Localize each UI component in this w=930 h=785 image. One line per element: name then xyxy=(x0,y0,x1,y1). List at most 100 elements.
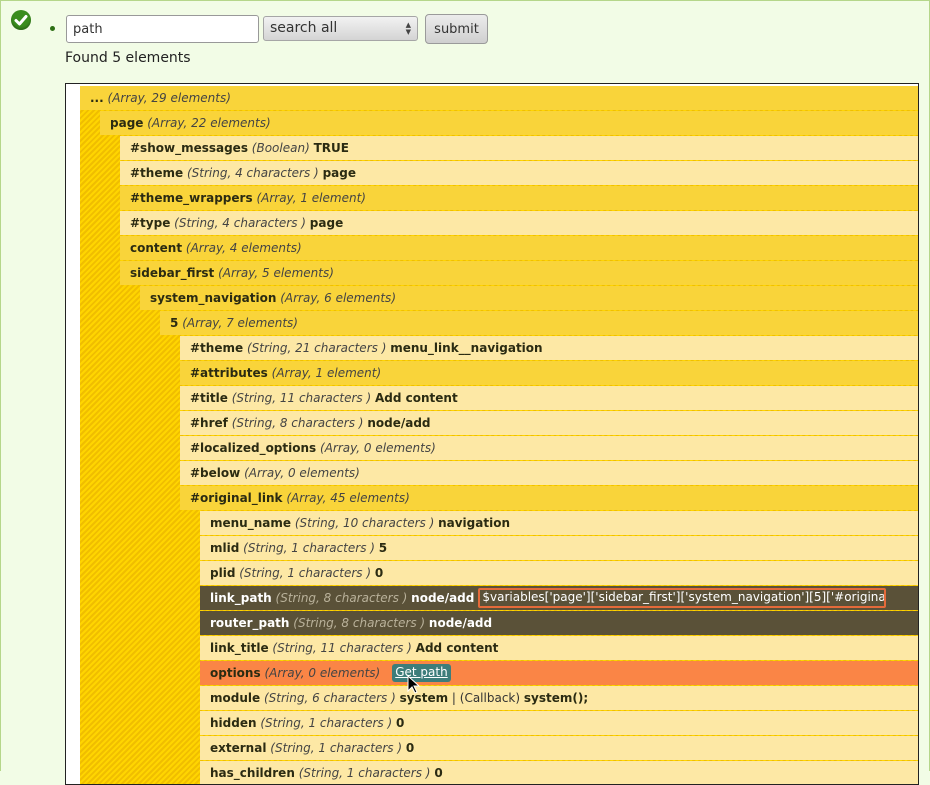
search-input[interactable] xyxy=(66,15,259,43)
tree-key: #below xyxy=(190,466,241,480)
tree-row[interactable]: plid (String, 1 characters ) 0 xyxy=(200,561,918,585)
tree-row[interactable]: #href (String, 8 characters ) node/add xyxy=(180,411,918,435)
tree-row[interactable]: router_path (String, 8 characters ) node… xyxy=(200,611,918,635)
tree-value: 0 xyxy=(395,716,405,730)
tree-key: ... xyxy=(90,91,104,105)
tree-row[interactable]: link_path (String, 8 characters ) node/a… xyxy=(200,586,918,610)
tree-key: external xyxy=(210,741,267,755)
tree-key: #attributes xyxy=(190,366,268,380)
check-circle-icon xyxy=(11,10,31,30)
tree-value: node/add xyxy=(428,616,493,630)
tree-type: (String, 11 characters ) xyxy=(272,641,412,655)
tree-value: page xyxy=(309,216,344,230)
tree-row[interactable]: options (Array, 0 elements) Get path xyxy=(200,661,918,685)
tree-row[interactable]: #localized_options (Array, 0 elements) xyxy=(180,436,918,460)
tree-key: page xyxy=(110,116,144,130)
tree-key: #original_link xyxy=(190,491,283,505)
tree-row[interactable]: external (String, 1 characters ) 0 xyxy=(200,736,918,760)
tree-type: (String, 1 characters ) xyxy=(298,766,431,780)
tree-row[interactable]: #show_messages (Boolean) TRUE xyxy=(120,136,918,160)
tree-key: #href xyxy=(190,416,228,430)
tree-key: router_path xyxy=(210,616,290,630)
tree-type: (Array, 1 element) xyxy=(271,366,382,380)
tree-type: (String, 4 characters ) xyxy=(174,216,306,230)
tree-key: #theme xyxy=(190,341,244,355)
tree-key: system_navigation xyxy=(150,291,277,305)
tree-row[interactable]: #title (String, 11 characters ) Add cont… xyxy=(180,386,918,410)
tree-key: menu_name xyxy=(210,516,292,530)
tree-key: content xyxy=(130,241,183,255)
tree-value: node/add xyxy=(367,416,431,430)
tree-row[interactable]: has_children (String, 1 characters ) 0 xyxy=(200,761,918,784)
tree-key: link_path xyxy=(210,591,272,605)
search-scope-select[interactable]: search all ▲ ▼ xyxy=(263,16,418,41)
tree-type: (Array, 7 elements) xyxy=(182,316,298,330)
tree-type: (Array, 0 elements) xyxy=(264,666,381,680)
tree-row[interactable]: #type (String, 4 characters ) page xyxy=(120,211,918,235)
pointer-cursor-icon xyxy=(407,675,421,694)
tree-key: module xyxy=(210,691,261,705)
tree-row[interactable]: mlid (String, 1 characters ) 5 xyxy=(200,536,918,560)
submit-button[interactable]: submit xyxy=(425,14,488,44)
tree-type: (String, 8 characters ) xyxy=(275,591,408,605)
tree-value: navigation xyxy=(438,516,510,530)
tree-row[interactable]: content (Array, 4 elements) xyxy=(120,236,918,260)
tree-row[interactable]: #theme (String, 21 characters ) menu_lin… xyxy=(180,336,918,360)
tree-type: (Array, 29 elements) xyxy=(107,91,231,105)
tree-row[interactable]: #below (Array, 0 elements) xyxy=(180,461,918,485)
tree-type: (String, 8 characters ) xyxy=(293,616,426,630)
tree-row[interactable]: sidebar_first (Array, 5 elements) xyxy=(120,261,918,285)
tree-type: (String, 1 characters ) xyxy=(270,741,403,755)
tree-value: 5 xyxy=(378,541,388,555)
tree-value: 0 xyxy=(405,741,415,755)
tree-type: (Array, 5 elements) xyxy=(218,266,334,280)
tree-type: (Array, 1 element) xyxy=(256,191,366,205)
tree-value: Add content xyxy=(415,641,499,655)
tree-type: (String, 1 characters ) xyxy=(239,566,372,580)
tree-value: node/add xyxy=(411,591,475,605)
variable-tree: ... (Array, 29 elements) page (Array, 22 … xyxy=(65,83,919,785)
tree-type: (String, 11 characters ) xyxy=(231,391,372,405)
tree-row[interactable]: #attributes (Array, 1 element) xyxy=(180,361,918,385)
tree-type: (Array, 6 elements) xyxy=(280,291,396,305)
tree-key: #theme xyxy=(130,166,184,180)
tree-value: page xyxy=(322,166,356,180)
tree-row[interactable]: #original_link (Array, 45 elements) xyxy=(180,486,918,510)
tree-row[interactable]: module (String, 6 characters ) system | … xyxy=(200,686,918,710)
tree-type: (Array, 0 elements) xyxy=(320,441,436,455)
tree-value: 0 xyxy=(434,766,443,780)
tree-key: #theme_wrappers xyxy=(130,191,253,205)
select-arrows-icon: ▲ ▼ xyxy=(405,21,411,36)
tree-row[interactable]: ... (Array, 29 elements) xyxy=(80,86,918,110)
tree-key: #localized_options xyxy=(190,441,317,455)
result-summary: Found 5 elements xyxy=(65,50,191,66)
variable-path-field[interactable]: $variables['page']['sidebar_first']['sys… xyxy=(478,587,887,608)
tree-type: (Array, 0 elements) xyxy=(244,466,360,480)
tree-value: menu_link__navigation xyxy=(390,341,543,355)
tree-row[interactable]: #theme (String, 4 characters ) page xyxy=(120,161,918,185)
tree-extra: | (Callback) xyxy=(448,691,524,705)
list-bullet xyxy=(50,26,55,31)
search-scope-label: search all xyxy=(270,20,338,36)
tree-row[interactable]: menu_name (String, 10 characters ) navig… xyxy=(200,511,918,535)
tree-key: has_children xyxy=(210,766,295,780)
tree-type: (String, 8 characters ) xyxy=(231,416,364,430)
tree-extra-value: system(); xyxy=(523,691,589,705)
tree-value: 0 xyxy=(374,566,384,580)
get-path-button[interactable]: Get path xyxy=(392,663,451,682)
tree-row[interactable]: hidden (String, 1 characters ) 0 xyxy=(200,711,918,735)
tree-row[interactable]: system_navigation (Array, 6 elements) xyxy=(140,286,918,310)
tree-type: (Array, 4 elements) xyxy=(185,241,302,255)
tree-type: (Array, 22 elements) xyxy=(147,116,271,130)
tree-row[interactable]: page (Array, 22 elements) xyxy=(100,111,918,135)
tree-key: link_title xyxy=(210,641,269,655)
tree-row[interactable]: 5 (Array, 7 elements) xyxy=(160,311,918,335)
tree-type: (String, 1 characters ) xyxy=(260,716,393,730)
tree-row[interactable]: link_title (String, 11 characters ) Add … xyxy=(200,636,918,660)
tree-key: #show_messages xyxy=(130,141,248,155)
tree-row[interactable]: #theme_wrappers (Array, 1 element) xyxy=(120,186,918,210)
tree-body: ... (Array, 29 elements) page (Array, 22 … xyxy=(80,86,918,784)
tree-type: (String, 1 characters ) xyxy=(243,541,375,555)
tree-type: (Boolean) xyxy=(251,141,310,155)
tree-key: 5 xyxy=(170,316,179,330)
